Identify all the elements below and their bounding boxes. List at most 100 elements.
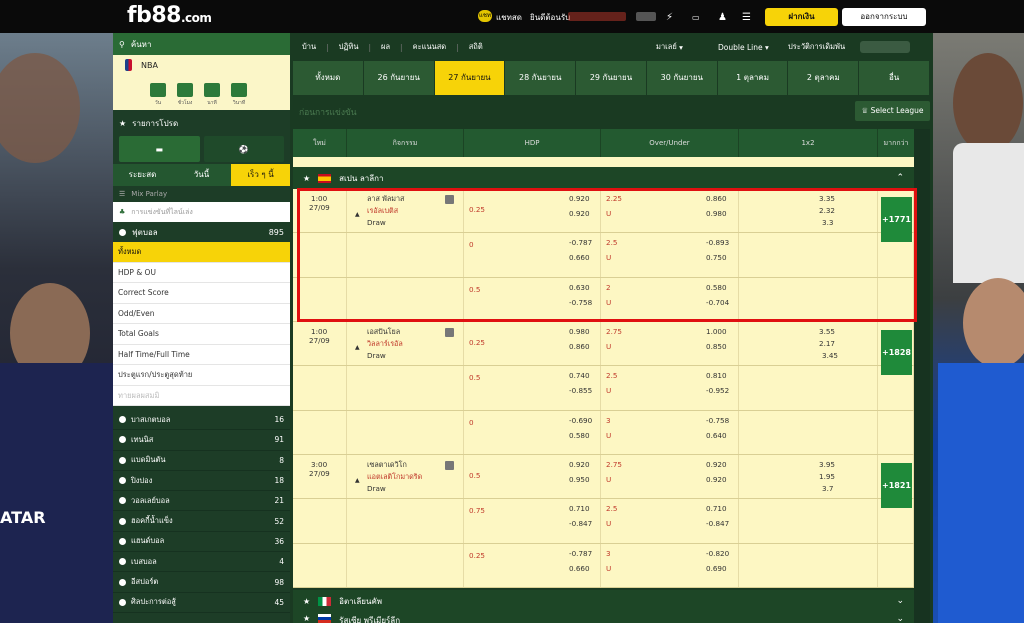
over-odds[interactable]: -0.820 <box>706 549 729 558</box>
over-odds[interactable]: 0.920 <box>706 460 727 469</box>
sidebar-item-martial-arts[interactable]: ศิลปะการต่อสู้ 45 <box>113 593 290 613</box>
bet-type-all[interactable]: ทั้งหมด <box>113 242 290 263</box>
tab-date-29[interactable]: 29 กันยายน <box>576 61 646 95</box>
bet-type-correct-score[interactable]: Correct Score <box>113 283 290 304</box>
logout-button[interactable]: ออกจากระบบ <box>842 8 926 26</box>
cell-ou[interactable]: 2.5 U 0.710 -0.847 <box>601 499 739 543</box>
cell-more[interactable] <box>878 499 914 543</box>
nav-calendar[interactable]: ปฏิทิน <box>339 41 359 53</box>
under-odds[interactable]: -0.847 <box>706 519 729 528</box>
chevron-down-icon[interactable]: ⌄ <box>896 596 904 606</box>
bet-type-ht-ft[interactable]: Half Time/Full Time <box>113 345 290 365</box>
tab-date-oct-2[interactable]: 2 ตุลาคม <box>788 61 859 95</box>
select-league-button[interactable]: ♕ Select League <box>855 101 930 121</box>
under-odds[interactable]: 0.920 <box>706 475 727 484</box>
tab-live[interactable]: ระยะสด <box>113 164 172 186</box>
tab-early[interactable]: เร็ว ๆ นี้ <box>231 164 290 186</box>
under-odds[interactable]: -0.952 <box>706 386 729 395</box>
cell-1x2[interactable] <box>739 366 878 410</box>
under-odds[interactable]: 0.850 <box>706 342 727 351</box>
tab-date-27[interactable]: 27 กันยายน <box>434 61 505 95</box>
site-logo[interactable]: fb88.com <box>127 4 212 28</box>
hdp-odds-home[interactable]: 0.740 <box>569 371 590 380</box>
bet-type-odd-even[interactable]: Odd/Even <box>113 304 290 324</box>
star-icon[interactable]: ★ <box>303 597 310 606</box>
over-odds[interactable]: -0.758 <box>706 416 729 425</box>
odds-draw[interactable]: 3.7 <box>822 484 833 493</box>
bet-history-link[interactable]: ประวัติการเดิมพัน <box>788 33 845 61</box>
list-icon[interactable]: ☰ <box>742 8 751 26</box>
bet-type-hdp-ou[interactable]: HDP & OU <box>113 263 290 283</box>
nav-live-score[interactable]: คะแนนสด <box>413 41 447 53</box>
cell-1x2[interactable] <box>739 410 878 454</box>
cell-hdp[interactable]: 0 -0.690 0.580 <box>464 410 601 454</box>
league-header-laliga[interactable]: ★ สเปน ลาลีกา ⌃ <box>293 167 914 189</box>
cell-hdp[interactable]: 0.75 0.710 -0.847 <box>464 499 601 543</box>
under-odds[interactable]: 0.690 <box>706 564 727 573</box>
stats-icon[interactable] <box>445 328 454 337</box>
odds-type-select[interactable]: มาเลย์ ▾ <box>656 33 683 61</box>
cell-1x2[interactable] <box>739 499 878 543</box>
tab-date-oct-1[interactable]: 1 ตุลาคม <box>717 61 788 95</box>
hdp-odds-home[interactable]: 0.710 <box>569 504 590 513</box>
nba-countdown-banner[interactable]: NBA วัน ชั่วโมง นาที วินาที <box>113 55 290 110</box>
tab-date-28[interactable]: 28 กันยายน <box>505 61 576 95</box>
league-search-input[interactable]: ♣ การแข่งขันที่ไลน์เล่ง <box>113 202 290 222</box>
refresh-icon[interactable]: ⚡ <box>666 8 673 26</box>
chevron-up-icon[interactable]: ⌃ <box>896 173 904 183</box>
hdp-odds-away[interactable]: -0.847 <box>569 519 592 528</box>
stats-icon[interactable] <box>445 461 454 470</box>
hdp-odds-away[interactable]: 0.860 <box>569 342 590 351</box>
odds-away[interactable]: 2.17 <box>819 339 835 348</box>
over-odds[interactable]: 0.810 <box>706 371 727 380</box>
bet-type-mix[interactable]: ทายผลผสมมิ <box>113 386 290 406</box>
cell-more[interactable] <box>878 410 914 454</box>
cell-more[interactable] <box>878 543 914 587</box>
hdp-odds-away[interactable]: -0.855 <box>569 386 592 395</box>
under-odds[interactable]: 0.640 <box>706 431 727 440</box>
hdp-odds-away[interactable]: 0.950 <box>569 475 590 484</box>
hdp-odds-away[interactable]: 0.660 <box>569 564 590 573</box>
tab-today[interactable]: วันนี้ <box>172 164 231 186</box>
cell-1x2[interactable] <box>739 543 878 587</box>
hdp-odds-home[interactable]: -0.787 <box>569 549 592 558</box>
cell-hdp[interactable]: 0.5 0.920 0.950 <box>464 455 601 499</box>
cell-ou[interactable]: 2.75 U 1.000 0.850 <box>601 322 739 366</box>
odds-draw[interactable]: 3.45 <box>822 351 838 360</box>
deposit-button[interactable]: ฝากเงิน <box>765 8 838 26</box>
sidebar-item-basketball[interactable]: บาสเกตบอล 16 <box>113 410 290 431</box>
league-header-italian-cup[interactable]: ★ อิตาเลียนคัพ ⌄ <box>293 590 914 612</box>
sport-news-icon[interactable]: ▭ <box>692 8 700 26</box>
hdp-odds-home[interactable]: 0.920 <box>569 460 590 469</box>
tab-date-30[interactable]: 30 กันยายน <box>646 61 717 95</box>
sidebar-item-badminton[interactable]: แบดมินตัน 8 <box>113 451 290 471</box>
hdp-odds-home[interactable]: 0.980 <box>569 327 590 336</box>
cell-more[interactable]: +1828 <box>878 322 914 375</box>
user-icon[interactable]: ♟ <box>718 8 727 26</box>
nav-home[interactable]: บ้าน <box>302 41 316 53</box>
tab-all-dates[interactable]: ทั้งหมด <box>293 61 363 95</box>
sidebar-item-tennis[interactable]: เทนนิส 91 <box>113 430 290 451</box>
cell-1x2[interactable]: 3.95 1.95 3.7 <box>739 455 878 499</box>
mix-parlay-link[interactable]: ☰ Mix Parlay <box>113 186 290 202</box>
cell-hdp[interactable]: 0.5 0.740 -0.855 <box>464 366 601 410</box>
star-icon[interactable]: ★ <box>303 614 310 623</box>
nav-statistics[interactable]: สถิติ <box>469 41 483 53</box>
favorite-leagues-tab[interactable]: ⚽ <box>203 136 284 162</box>
search-header[interactable]: ⚲ ค้นหา <box>113 33 290 55</box>
live-chat-link[interactable]: แชทสด <box>496 8 522 26</box>
odds-home[interactable]: 3.95 <box>819 460 835 469</box>
sidebar-item-football[interactable]: ฟุตบอล 895 <box>113 222 290 242</box>
cell-hdp[interactable]: 0.25 -0.787 0.660 <box>464 543 601 587</box>
sidebar-item-esports[interactable]: อีสปอร์ต 98 <box>113 572 290 593</box>
favorite-matches-tab[interactable]: ▬ <box>119 136 200 162</box>
tab-date-26[interactable]: 26 กันยายน <box>363 61 434 95</box>
sidebar-item-volleyball[interactable]: วอลเลย์บอล 21 <box>113 491 290 512</box>
cell-ou[interactable]: 2.5 U 0.810 -0.952 <box>601 366 739 410</box>
odds-away[interactable]: 1.95 <box>819 472 835 481</box>
sidebar-item-handball[interactable]: แฮนด์บอล 36 <box>113 532 290 553</box>
cell-1x2[interactable]: 3.55 2.17 3.45 <box>739 322 878 366</box>
line-select[interactable]: Double Line ▾ <box>718 33 769 61</box>
cell-ou[interactable]: 3 U -0.758 0.640 <box>601 410 739 454</box>
nav-results[interactable]: ผล <box>381 41 390 53</box>
